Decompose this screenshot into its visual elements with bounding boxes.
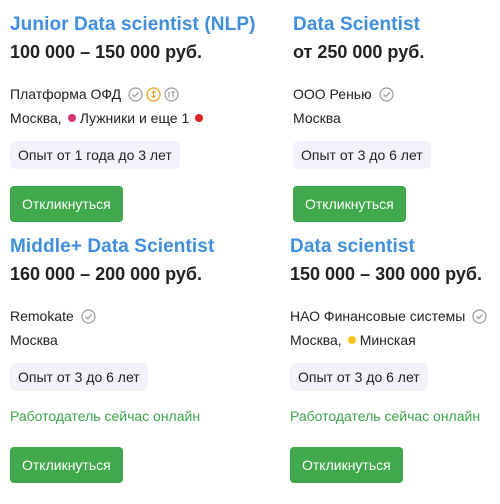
- experience-badge: Опыт от 1 года до 3 лет: [10, 141, 180, 169]
- vacancy-title[interactable]: Junior Data scientist (NLP): [10, 14, 255, 36]
- company-row: Платформа ОФД: [10, 85, 230, 103]
- apply-button[interactable]: Откликнуться: [293, 186, 406, 222]
- trusted-employer-icon: [146, 86, 161, 102]
- verified-check-icon: [81, 308, 96, 324]
- vacancy-salary: 100 000 – 150 000 руб.: [10, 42, 203, 62]
- vacancy-salary: от 250 000 руб.: [293, 42, 425, 62]
- employer-online-status: Работодатель сейчас онлайн: [10, 408, 201, 424]
- vacancy-card: Data Scientist от 250 000 руб. ООО Ренью…: [293, 14, 500, 222]
- location-city: Москва: [293, 110, 341, 126]
- experience-badge: Опыт от 3 до 6 лет: [10, 363, 148, 391]
- vacancy-card: Middle+ Data Scientist 160 000 – 200 000…: [10, 236, 230, 483]
- employer-online-status: Работодатель сейчас онлайн: [290, 408, 481, 424]
- company-name[interactable]: НАО Финансовые системы: [290, 307, 465, 325]
- location-city: Москва: [10, 332, 58, 348]
- location-row: Москва: [293, 109, 500, 127]
- metro-station: Лужники и еще 1: [79, 110, 190, 126]
- apply-button[interactable]: Откликнуться: [10, 447, 123, 483]
- experience-badge: Опыт от 3 до 6 лет: [293, 141, 431, 169]
- vacancy-title[interactable]: Data scientist: [290, 236, 500, 258]
- metro-dot-icon: [347, 336, 356, 344]
- company-row: НАО Финансовые системы: [290, 307, 500, 325]
- location-city: Москва,: [290, 332, 342, 348]
- vacancy-card: Junior Data scientist (NLP) 100 000 – 15…: [10, 14, 255, 222]
- metro-dot-icon: [67, 114, 76, 122]
- vacancy-title[interactable]: Data Scientist: [293, 14, 500, 36]
- experience-badge: Опыт от 3 до 6 лет: [290, 363, 428, 391]
- location-row: Москва, Лужники и еще 1: [10, 109, 230, 127]
- location-row: Москва, Минская: [290, 331, 500, 349]
- location-city: Москва,: [10, 110, 62, 126]
- verified-check-icon: [128, 86, 143, 102]
- vacancy-salary: 150 000 – 300 000 руб.: [290, 264, 483, 284]
- vacancy-salary: 160 000 – 200 000 руб.: [10, 264, 203, 284]
- apply-button[interactable]: Откликнуться: [290, 447, 403, 483]
- verified-check-icon: [378, 86, 394, 102]
- company-row: Remokate: [10, 307, 230, 325]
- company-name[interactable]: Remokate: [10, 307, 74, 325]
- verified-check-icon: [472, 308, 487, 324]
- metro-station: Минская: [359, 332, 416, 348]
- vacancy-title[interactable]: Middle+ Data Scientist: [10, 236, 230, 258]
- metro-dot-icon: [195, 114, 204, 122]
- it-accreditation-icon: [164, 86, 179, 102]
- company-row: ООО Ренью: [293, 85, 500, 103]
- company-name[interactable]: Платформа ОФД: [10, 85, 121, 103]
- company-name[interactable]: ООО Ренью: [293, 85, 372, 103]
- apply-button[interactable]: Откликнуться: [10, 186, 123, 222]
- vacancy-card: Data scientist 150 000 – 300 000 руб. НА…: [290, 236, 500, 483]
- location-row: Москва: [10, 331, 230, 349]
